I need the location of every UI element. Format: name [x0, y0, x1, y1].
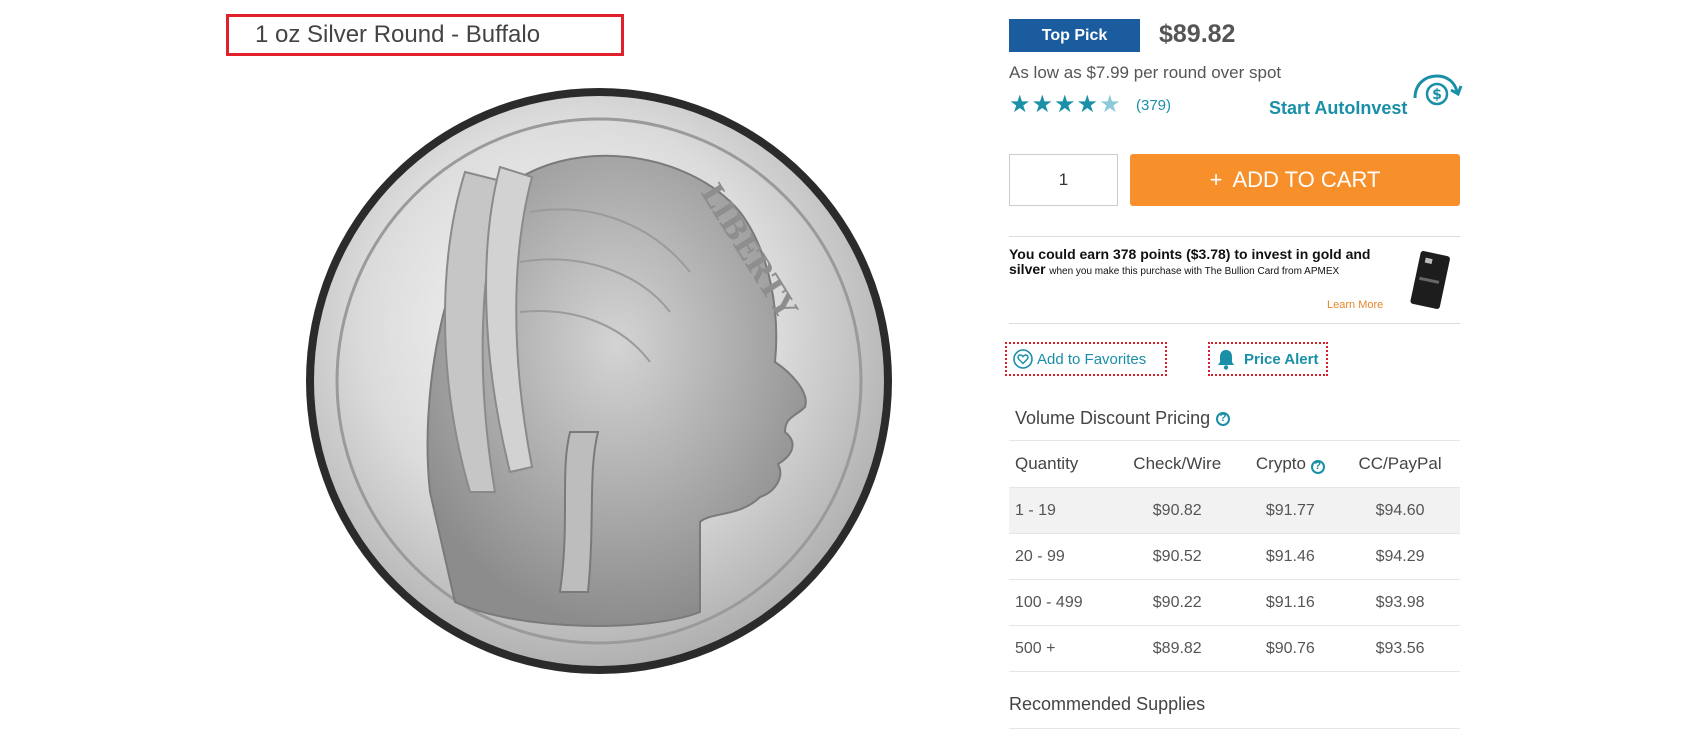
- price-alert-button[interactable]: Price Alert: [1208, 342, 1328, 376]
- points-small-text: when you make this purchase with The Bul…: [1049, 266, 1340, 277]
- table-row: 20 - 99 $90.52 $91.46 $94.29: [1009, 533, 1460, 580]
- points-text: You could earn 378 points ($3.78) to inv…: [1009, 247, 1389, 279]
- table-cell: $89.82: [1114, 625, 1241, 672]
- table-header: Crypto ?: [1240, 440, 1341, 488]
- price-alert-label: Price Alert: [1244, 350, 1319, 368]
- divider: [1009, 728, 1460, 729]
- table-cell: $90.22: [1114, 579, 1241, 626]
- volume-pricing-title: Volume Discount Pricing ?: [1015, 408, 1231, 429]
- svg-text:$: $: [1432, 87, 1442, 103]
- volume-pricing-table: Quantity Check/Wire Crypto ? CC/PayPal 1…: [1009, 440, 1460, 672]
- star-icon: ★: [1009, 91, 1032, 118]
- help-icon[interactable]: ?: [1310, 459, 1325, 474]
- bullion-card-image: [1410, 251, 1450, 309]
- table-cell: $90.52: [1114, 533, 1241, 580]
- table-cell: $91.46: [1240, 533, 1341, 580]
- table-cell: $90.82: [1114, 487, 1241, 534]
- table-cell: 500 +: [1009, 625, 1114, 672]
- volume-pricing-label: Volume Discount Pricing: [1015, 408, 1211, 428]
- table-cell: $93.98: [1340, 579, 1460, 626]
- help-icon[interactable]: ?: [1216, 411, 1231, 426]
- table-header-row: Quantity Check/Wire Crypto ? CC/PayPal: [1009, 440, 1460, 488]
- table-cell: 100 - 499: [1009, 579, 1114, 626]
- star-icon: ★: [1076, 91, 1100, 118]
- crypto-header-label: Crypto: [1255, 454, 1306, 473]
- table-header: Check/Wire: [1114, 440, 1241, 488]
- heart-icon: [1013, 349, 1033, 369]
- table-header: CC/PayPal: [1340, 440, 1460, 488]
- as-low-as-text: As low as $7.99 per round over spot: [1009, 63, 1282, 82]
- autoinvest-dollar-icon[interactable]: $: [1407, 70, 1463, 114]
- plus-icon: +: [1209, 167, 1223, 192]
- add-to-cart-button[interactable]: + ADD TO CART: [1130, 154, 1460, 206]
- table-row: 100 - 499 $90.22 $91.16 $93.98: [1009, 579, 1460, 626]
- autoinvest-link[interactable]: Start AutoInvest: [1269, 98, 1407, 119]
- table-cell: $91.16: [1240, 579, 1341, 626]
- reviews-link[interactable]: (379): [1136, 97, 1171, 114]
- table-cell: $94.29: [1340, 533, 1460, 580]
- add-to-favorites-label: Add to Favorites: [1037, 350, 1147, 368]
- bullion-card-promo: You could earn 378 points ($3.78) to inv…: [1009, 236, 1460, 324]
- half-star-icon: ★: [1099, 91, 1122, 118]
- table-header: Quantity: [1009, 440, 1114, 488]
- add-to-favorites-button[interactable]: Add to Favorites: [1005, 342, 1167, 376]
- coin-image: LIBERTY: [306, 88, 892, 674]
- product-image[interactable]: LIBERTY: [270, 72, 930, 712]
- table-row: 1 - 19 $90.82 $91.77 $94.60: [1009, 487, 1460, 534]
- bell-icon: [1218, 350, 1234, 370]
- table-cell: $94.60: [1340, 487, 1460, 534]
- top-pick-badge: Top Pick: [1009, 19, 1140, 52]
- learn-more-link[interactable]: Learn More: [1327, 299, 1383, 311]
- star-icon: ★: [1031, 91, 1055, 118]
- table-cell: 1 - 19: [1009, 487, 1114, 534]
- rating-stars[interactable]: ★★★★★: [1009, 92, 1122, 118]
- product-title-box: 1 oz Silver Round - Buffalo: [226, 14, 624, 56]
- table-row: 500 + $89.82 $90.76 $93.56: [1009, 625, 1460, 672]
- product-title: 1 oz Silver Round - Buffalo: [255, 21, 541, 48]
- recommended-supplies-heading: Recommended Supplies: [1009, 694, 1206, 714]
- star-icon: ★: [1054, 91, 1077, 118]
- table-cell: 20 - 99: [1009, 533, 1114, 580]
- table-cell: $93.56: [1340, 625, 1460, 672]
- price: $89.82: [1159, 20, 1236, 48]
- table-cell: $90.76: [1240, 625, 1341, 672]
- add-to-cart-label: ADD TO CART: [1232, 167, 1381, 192]
- quantity-input[interactable]: [1009, 154, 1118, 206]
- table-cell: $91.77: [1240, 487, 1341, 534]
